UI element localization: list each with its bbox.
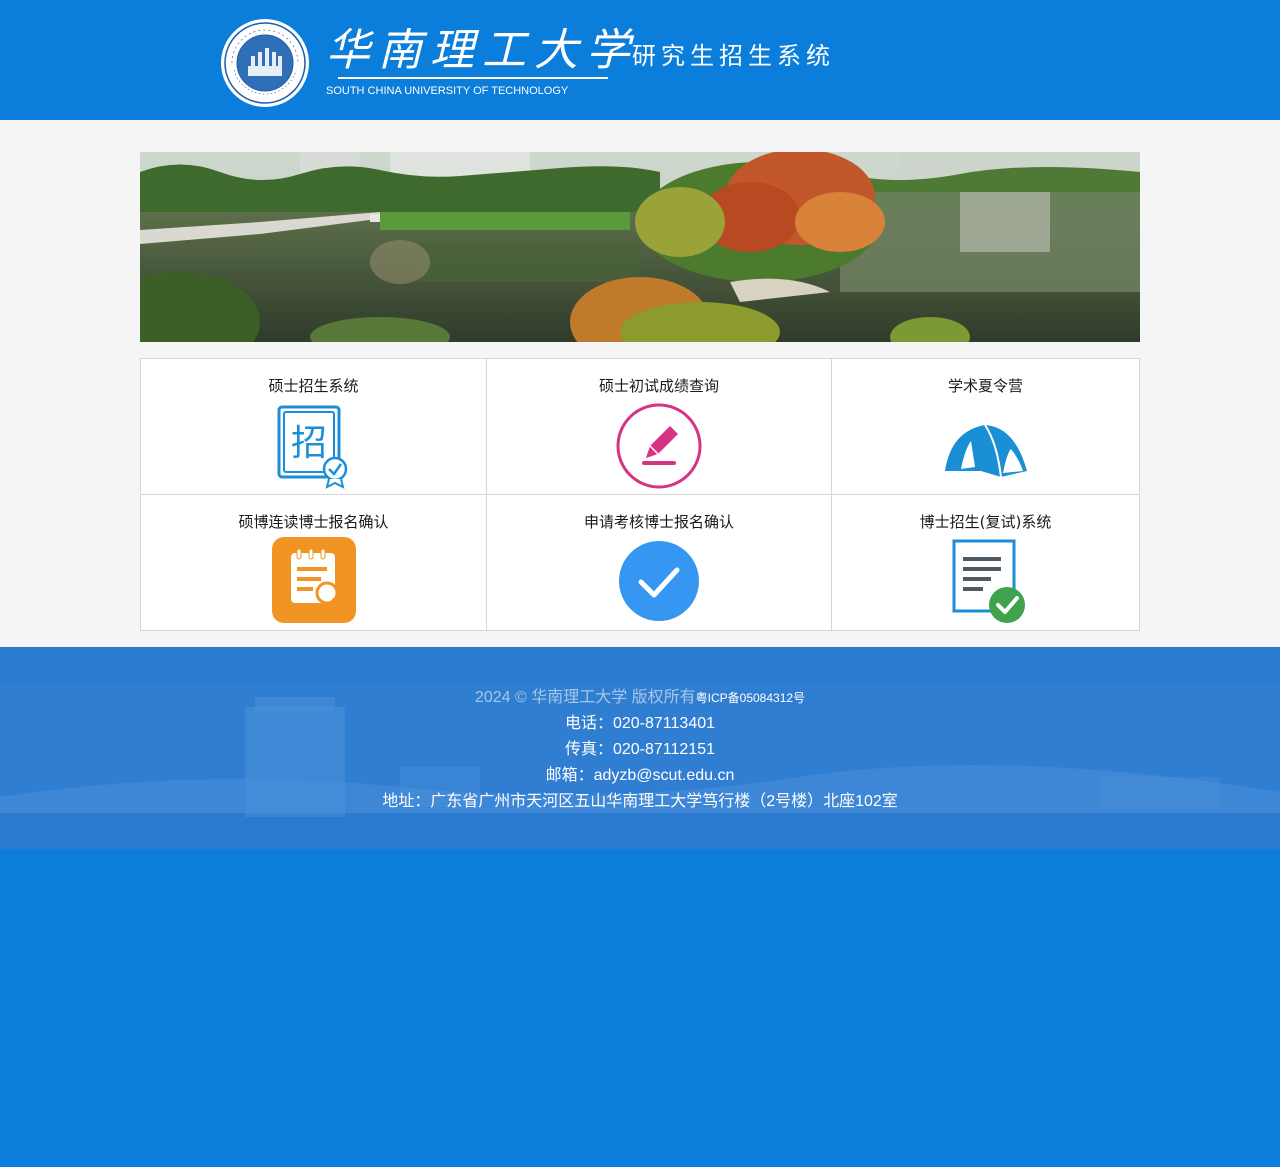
campus-lake-banner [140, 152, 1140, 342]
service-grid: 硕士招生系统 招 硕士初试成绩查询 学术夏令营 硕博连读博士报名确认 申请考核博… [140, 358, 1140, 631]
service-label: 博士招生(复试)系统 [919, 513, 1052, 531]
page-bottom-fill [0, 849, 1280, 1167]
service-label: 学术夏令营 [947, 377, 1023, 395]
service-label: 硕博连读博士报名确认 [238, 513, 389, 531]
footer-email: 邮箱：adyzb@scut.edu.cn [545, 767, 735, 784]
svg-text:招: 招 [291, 423, 327, 464]
tent-icon [941, 401, 1031, 491]
system-title: 研究生招生系统 [632, 42, 835, 70]
service-label: 硕士初试成绩查询 [598, 377, 719, 395]
service-master-score-query[interactable]: 硕士初试成绩查询 [487, 359, 832, 495]
title-underline [338, 77, 608, 79]
icp-link[interactable]: 粤ICP备05084312号 [696, 691, 805, 705]
service-label: 硕士招生系统 [268, 377, 359, 395]
site-footer: 2024 © 华南理工大学 版权所有粤ICP备05084312号 电话：020-… [0, 647, 1280, 849]
checkmark-circle-icon [614, 537, 704, 627]
site-header: 华南理工大学 SOUTH CHINA UNIVERSITY OF TECHNOL… [0, 0, 1280, 120]
pencil-circle-icon [614, 401, 704, 491]
copyright-text: 2024 © 华南理工大学 版权所有 [474, 689, 696, 706]
service-summer-camp[interactable]: 学术夏令营 [832, 359, 1139, 495]
service-label: 申请考核博士报名确认 [583, 513, 734, 531]
footer-copyright-line: 2024 © 华南理工大学 版权所有粤ICP备05084312号 [0, 685, 1280, 711]
service-master-enrollment[interactable]: 硕士招生系统 招 [141, 359, 487, 495]
enrollment-certificate-icon: 招 [269, 401, 359, 491]
main-content: 硕士招生系统 招 硕士初试成绩查询 学术夏令营 硕博连读博士报名确认 申请考核博… [0, 120, 1280, 647]
service-successive-phd-confirm[interactable]: 硕博连读博士报名确认 [141, 495, 487, 630]
clipboard-search-icon [269, 537, 359, 627]
service-application-phd-confirm[interactable]: 申请考核博士报名确认 [487, 495, 832, 630]
footer-phone: 电话：020-87113401 [564, 715, 716, 732]
university-name-english: SOUTH CHINA UNIVERSITY OF TECHNOLOGY [326, 85, 569, 97]
university-name-calligraphy: 华南理工大学 [326, 25, 638, 76]
footer-info: 2024 © 华南理工大学 版权所有粤ICP备05084312号 电话：020-… [0, 685, 1280, 815]
footer-fax: 传真：020-87112151 [564, 741, 716, 758]
document-check-icon [941, 537, 1031, 627]
footer-address: 地址：广东省广州市天河区五山华南理工大学笃行楼（2号楼）北座102室 [382, 793, 898, 810]
service-phd-enrollment-system[interactable]: 博士招生(复试)系统 [832, 495, 1139, 630]
university-seal-logo[interactable] [220, 18, 310, 108]
